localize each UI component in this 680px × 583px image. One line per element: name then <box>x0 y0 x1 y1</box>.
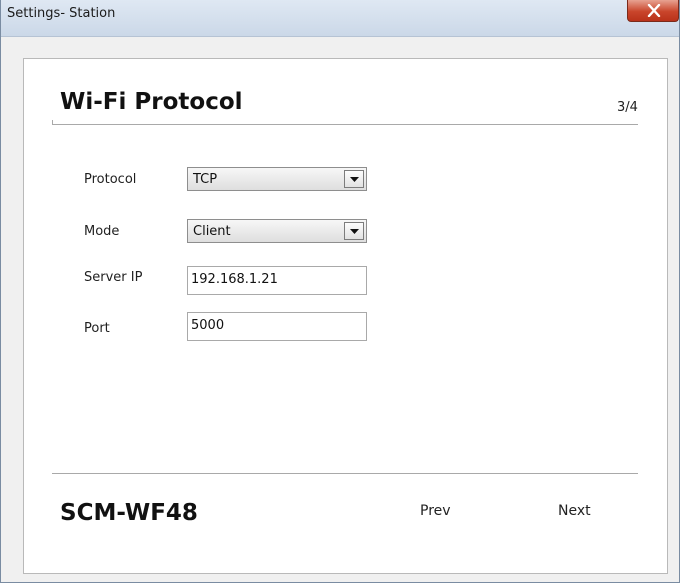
port-input[interactable]: 5000 <box>187 312 367 341</box>
mode-select[interactable]: Client <box>187 219 367 243</box>
close-icon <box>647 4 661 17</box>
mode-label: Mode <box>84 224 120 239</box>
close-button[interactable] <box>627 0 679 22</box>
title-bar: Settings- Station <box>1 0 679 37</box>
settings-window: Settings- Station Wi-Fi Protocol 3/4 Pro… <box>0 0 680 583</box>
prev-button[interactable]: Prev <box>420 503 451 519</box>
server-ip-label: Server IP <box>84 270 143 285</box>
port-label: Port <box>84 321 110 336</box>
header-divider <box>52 120 638 125</box>
protocol-select-value: TCP <box>193 172 218 187</box>
page-title: Wi-Fi Protocol <box>60 89 243 115</box>
step-indicator: 3/4 <box>617 100 638 115</box>
protocol-dropdown-button[interactable] <box>344 170 364 188</box>
protocol-select[interactable]: TCP <box>187 167 367 191</box>
server-ip-input[interactable]: 192.168.1.21 <box>187 266 367 295</box>
protocol-label: Protocol <box>84 172 137 187</box>
triangle-down-icon <box>350 177 359 182</box>
device-model: SCM-WF48 <box>60 500 198 526</box>
mode-select-value: Client <box>193 224 231 239</box>
next-button[interactable]: Next <box>558 503 591 519</box>
wizard-panel: Wi-Fi Protocol 3/4 Protocol TCP Mode Cli… <box>23 58 668 574</box>
footer-divider <box>52 473 638 474</box>
triangle-down-icon <box>350 229 359 234</box>
mode-dropdown-button[interactable] <box>344 222 364 240</box>
window-title: Settings- Station <box>7 6 116 21</box>
